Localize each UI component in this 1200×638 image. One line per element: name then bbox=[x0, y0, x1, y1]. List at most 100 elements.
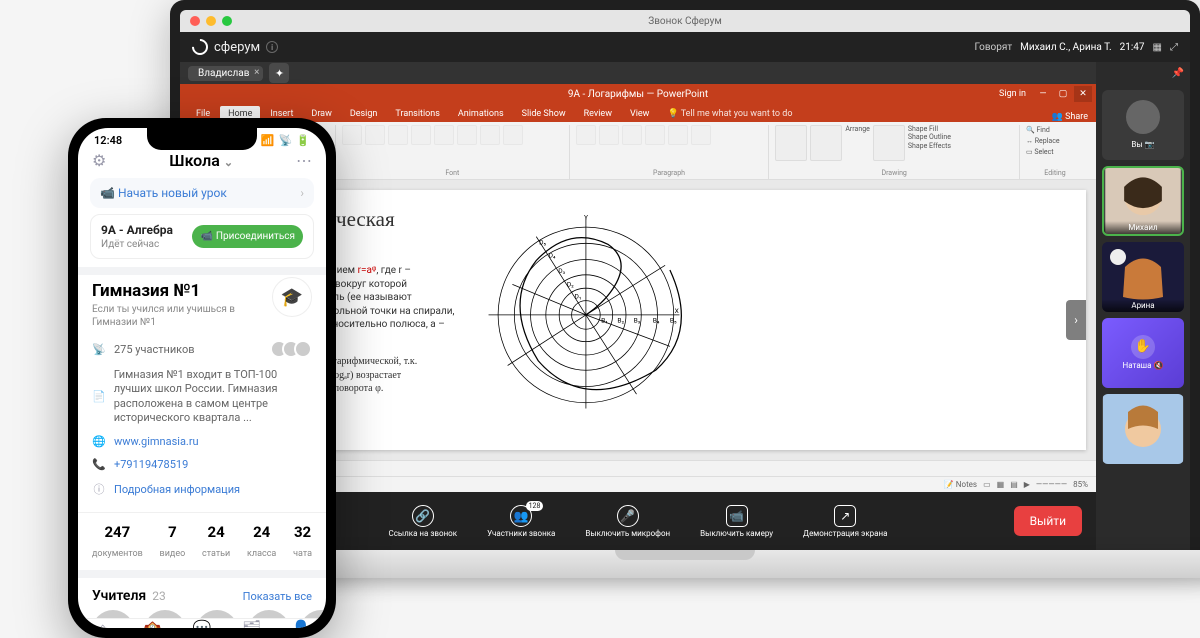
stat-articles[interactable]: 24статьи bbox=[202, 523, 230, 560]
slide-canvas[interactable]: Логарифмическая спираль описывается урав… bbox=[210, 190, 1086, 450]
school-icon: 🏫 bbox=[143, 619, 162, 628]
chat-icon: 💬 bbox=[193, 619, 212, 628]
avatar-stack bbox=[276, 340, 312, 358]
phone-row[interactable]: 📞 +79119478519 bbox=[92, 453, 312, 476]
globe-icon: 🌐 bbox=[92, 435, 106, 448]
camera-icon: 📹 bbox=[726, 505, 748, 527]
stat-documents[interactable]: 247документов bbox=[92, 523, 143, 560]
call-link-button[interactable]: 🔗 Ссылка на звонок bbox=[389, 505, 458, 538]
participant-self[interactable]: Вы 📷 bbox=[1102, 90, 1184, 160]
school-card: Гимназия №1 🎓 Если ты учился или учишься… bbox=[78, 267, 326, 512]
ppt-titlebar: 9А - Логарифмы — PowerPoint Sign in — ▢ … bbox=[180, 84, 1096, 104]
lesson-title: 9А - Алгебра bbox=[101, 223, 173, 237]
lesson-status: Идёт сейчас bbox=[101, 239, 159, 250]
presenter-bar: Владислав ✦ bbox=[180, 62, 1096, 84]
win-restore-icon[interactable]: ▢ bbox=[1054, 86, 1072, 102]
group-font: Font bbox=[342, 167, 563, 179]
description-row: 📄 Гимназия №1 входит в ТОП-100 лучших шк… bbox=[92, 363, 312, 430]
svg-text:D₄: D₄ bbox=[549, 252, 556, 260]
screen-share-icon: ↗ bbox=[834, 505, 856, 527]
shapes-gallery[interactable] bbox=[775, 125, 807, 161]
stat-chats[interactable]: 32чата bbox=[293, 523, 312, 560]
clock: 21:47 bbox=[1120, 42, 1145, 53]
win-close-icon[interactable]: ✕ bbox=[1074, 86, 1092, 102]
link-icon: 🔗 bbox=[412, 505, 434, 527]
stat-videos[interactable]: 7видео bbox=[160, 523, 186, 560]
home-icon: ⌂ bbox=[98, 619, 107, 628]
chevron-right-icon: › bbox=[300, 186, 304, 200]
tab-design[interactable]: Design bbox=[342, 106, 386, 122]
svg-text:B₁: B₁ bbox=[601, 317, 608, 325]
pin-icon[interactable]: 📌 bbox=[1172, 68, 1184, 84]
fullscreen-icon[interactable]: ⤢ bbox=[1170, 42, 1178, 53]
sign-in-link[interactable]: Sign in bbox=[999, 89, 1026, 99]
tab-profile[interactable]: 👤Профиль bbox=[276, 619, 326, 628]
tab-transitions[interactable]: Transitions bbox=[387, 106, 448, 122]
tab-slideshow[interactable]: Slide Show bbox=[514, 106, 574, 122]
maximize-icon[interactable] bbox=[222, 16, 232, 26]
group-drawing: Drawing bbox=[775, 167, 1013, 179]
view-slideshow-icon[interactable]: ▶ bbox=[1024, 480, 1030, 489]
join-button[interactable]: 📹Присоединиться bbox=[192, 225, 303, 248]
spiral-diagram: XY B₁B₂B₃B₄B₅ D₁D₂D₃D₄D₅ bbox=[479, 208, 689, 432]
tab-messages[interactable]: 💬Сообщения bbox=[177, 619, 227, 628]
teachers-list[interactable]: Дмитрий Виктория Марина Пётр Ольга bbox=[78, 610, 326, 618]
magic-wand-icon[interactable]: ✦ bbox=[269, 63, 289, 83]
view-normal-icon[interactable]: ▭ bbox=[983, 480, 991, 489]
info-icon: ⓘ bbox=[92, 481, 106, 497]
mic-button[interactable]: 🎤 Выключить микрофон bbox=[585, 505, 670, 538]
presenter-tab[interactable]: Владислав bbox=[188, 66, 263, 81]
signal-icon: 📡 bbox=[92, 343, 106, 356]
speaking-label: Говорят bbox=[974, 42, 1012, 53]
grid-icon[interactable]: ▦ bbox=[1153, 42, 1162, 53]
participants-button[interactable]: 👥 128 Участники звонка bbox=[487, 505, 555, 538]
share-screen-button[interactable]: ↗ Демонстрация экрана bbox=[803, 505, 887, 538]
arrange-button[interactable] bbox=[810, 125, 842, 161]
gear-icon[interactable]: ⚙ bbox=[92, 151, 106, 170]
win-minimize-icon[interactable]: — bbox=[1034, 86, 1052, 102]
show-all-link[interactable]: Показать все bbox=[243, 590, 312, 603]
share-button[interactable]: 👥 Share bbox=[1052, 112, 1088, 122]
participant-tile[interactable]: Арина bbox=[1102, 242, 1184, 312]
tell-me[interactable]: 💡 Tell me what you want to do bbox=[659, 106, 800, 122]
stats-row: 247документов 7видео 24статьи 24класса 3… bbox=[78, 512, 326, 578]
minimize-icon[interactable] bbox=[206, 16, 216, 26]
notes-toggle[interactable]: 📝 Notes bbox=[944, 480, 977, 489]
traffic-lights[interactable] bbox=[190, 16, 232, 26]
website-row[interactable]: 🌐 www.gimnasia.ru bbox=[92, 430, 312, 453]
phone-device: 12:48 📶📡🔋 ⚙ Школа ⌄ ⋯ 📹 Начать новый уро… bbox=[68, 118, 336, 638]
svg-text:D₅: D₅ bbox=[539, 238, 546, 246]
more-icon[interactable]: ⋯ bbox=[296, 151, 312, 170]
more-info-row[interactable]: ⓘ Подробная информация bbox=[92, 476, 312, 502]
start-lesson-button[interactable]: 📹 Начать новый урок › bbox=[90, 178, 314, 208]
view-sorter-icon[interactable]: ▦ bbox=[997, 480, 1005, 489]
tab-files[interactable]: 🗂Файлы bbox=[227, 619, 277, 628]
camera-button[interactable]: 📹 Выключить камеру bbox=[700, 505, 773, 538]
brand-logo-icon bbox=[189, 36, 212, 59]
close-icon[interactable] bbox=[190, 16, 200, 26]
chevron-down-icon: ⌄ bbox=[224, 156, 233, 169]
graduation-icon: 🎓 bbox=[272, 277, 312, 317]
exit-button[interactable]: Выйти bbox=[1014, 506, 1082, 536]
participant-tile[interactable]: Михаил bbox=[1102, 166, 1184, 236]
quick-styles-button[interactable] bbox=[873, 125, 905, 161]
phone-notch bbox=[147, 128, 257, 150]
tab-school[interactable]: 🏫Школа bbox=[128, 619, 178, 628]
tab-home[interactable]: ⌂Главная bbox=[78, 619, 128, 628]
zoom-level[interactable]: 85% bbox=[1073, 480, 1088, 489]
tab-view[interactable]: View bbox=[622, 106, 657, 122]
tab-animations[interactable]: Animations bbox=[450, 106, 512, 122]
tab-review[interactable]: Review bbox=[576, 106, 620, 122]
active-lesson-card: 9А - Алгебра Идёт сейчас 📹Присоединиться bbox=[90, 214, 314, 259]
stat-classes[interactable]: 24класса bbox=[247, 523, 276, 560]
participant-tile[interactable] bbox=[1102, 394, 1184, 464]
view-reading-icon[interactable]: ▤ bbox=[1010, 480, 1018, 489]
next-slide-icon[interactable]: › bbox=[1066, 300, 1086, 340]
mac-titlebar: Звонок Сферум bbox=[180, 10, 1190, 32]
participant-hand-raised[interactable]: ✋ Наташа 🔇 bbox=[1102, 318, 1184, 388]
info-icon[interactable]: i bbox=[266, 41, 278, 53]
phone-icon: 📞 bbox=[92, 458, 106, 471]
signal-icon: 📶 bbox=[261, 134, 275, 147]
participants-row[interactable]: 📡 275 участников bbox=[92, 335, 312, 363]
svg-text:B₃: B₃ bbox=[634, 317, 641, 325]
